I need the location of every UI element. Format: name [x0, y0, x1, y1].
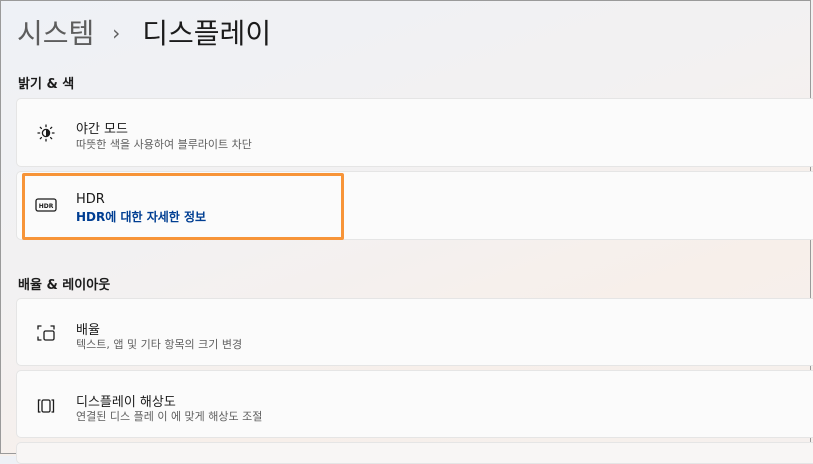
night-light-subtitle: 따뜻한 색을 사용하여 블루라이트 차단 [76, 138, 252, 151]
hdr-highlight-box [22, 173, 344, 240]
next-setting-card-partial[interactable] [16, 442, 813, 464]
scale-subtitle: 텍스트, 앱 및 기타 항목의 크기 변경 [76, 338, 243, 351]
scale-icon [36, 323, 56, 343]
brightness-icon [36, 123, 56, 143]
night-light-title: 야간 모드 [76, 122, 128, 137]
breadcrumb-parent[interactable]: 시스템 [17, 17, 94, 50]
breadcrumb-separator: › [112, 21, 121, 45]
resolution-subtitle: 연결된 디스 플레 이 에 맞게 해상도 조절 [76, 410, 263, 423]
breadcrumb: 시스템 › 디스플레이 [17, 14, 271, 56]
setting-display-resolution[interactable]: 디스플레이 해상도 연결된 디스 플레 이 에 맞게 해상도 조절 [16, 370, 813, 438]
page-title: 디스플레이 [142, 17, 272, 50]
section-heading-brightness-color: 밝기 & 색 [18, 77, 75, 92]
setting-night-light[interactable]: 야간 모드 따뜻한 색을 사용하여 블루라이트 차단 [16, 98, 813, 167]
setting-scale[interactable]: 배율 텍스트, 앱 및 기타 항목의 크기 변경 [16, 298, 813, 366]
section-heading-scale-layout: 배율 & 레이아웃 [18, 278, 111, 293]
resolution-icon [36, 396, 56, 416]
